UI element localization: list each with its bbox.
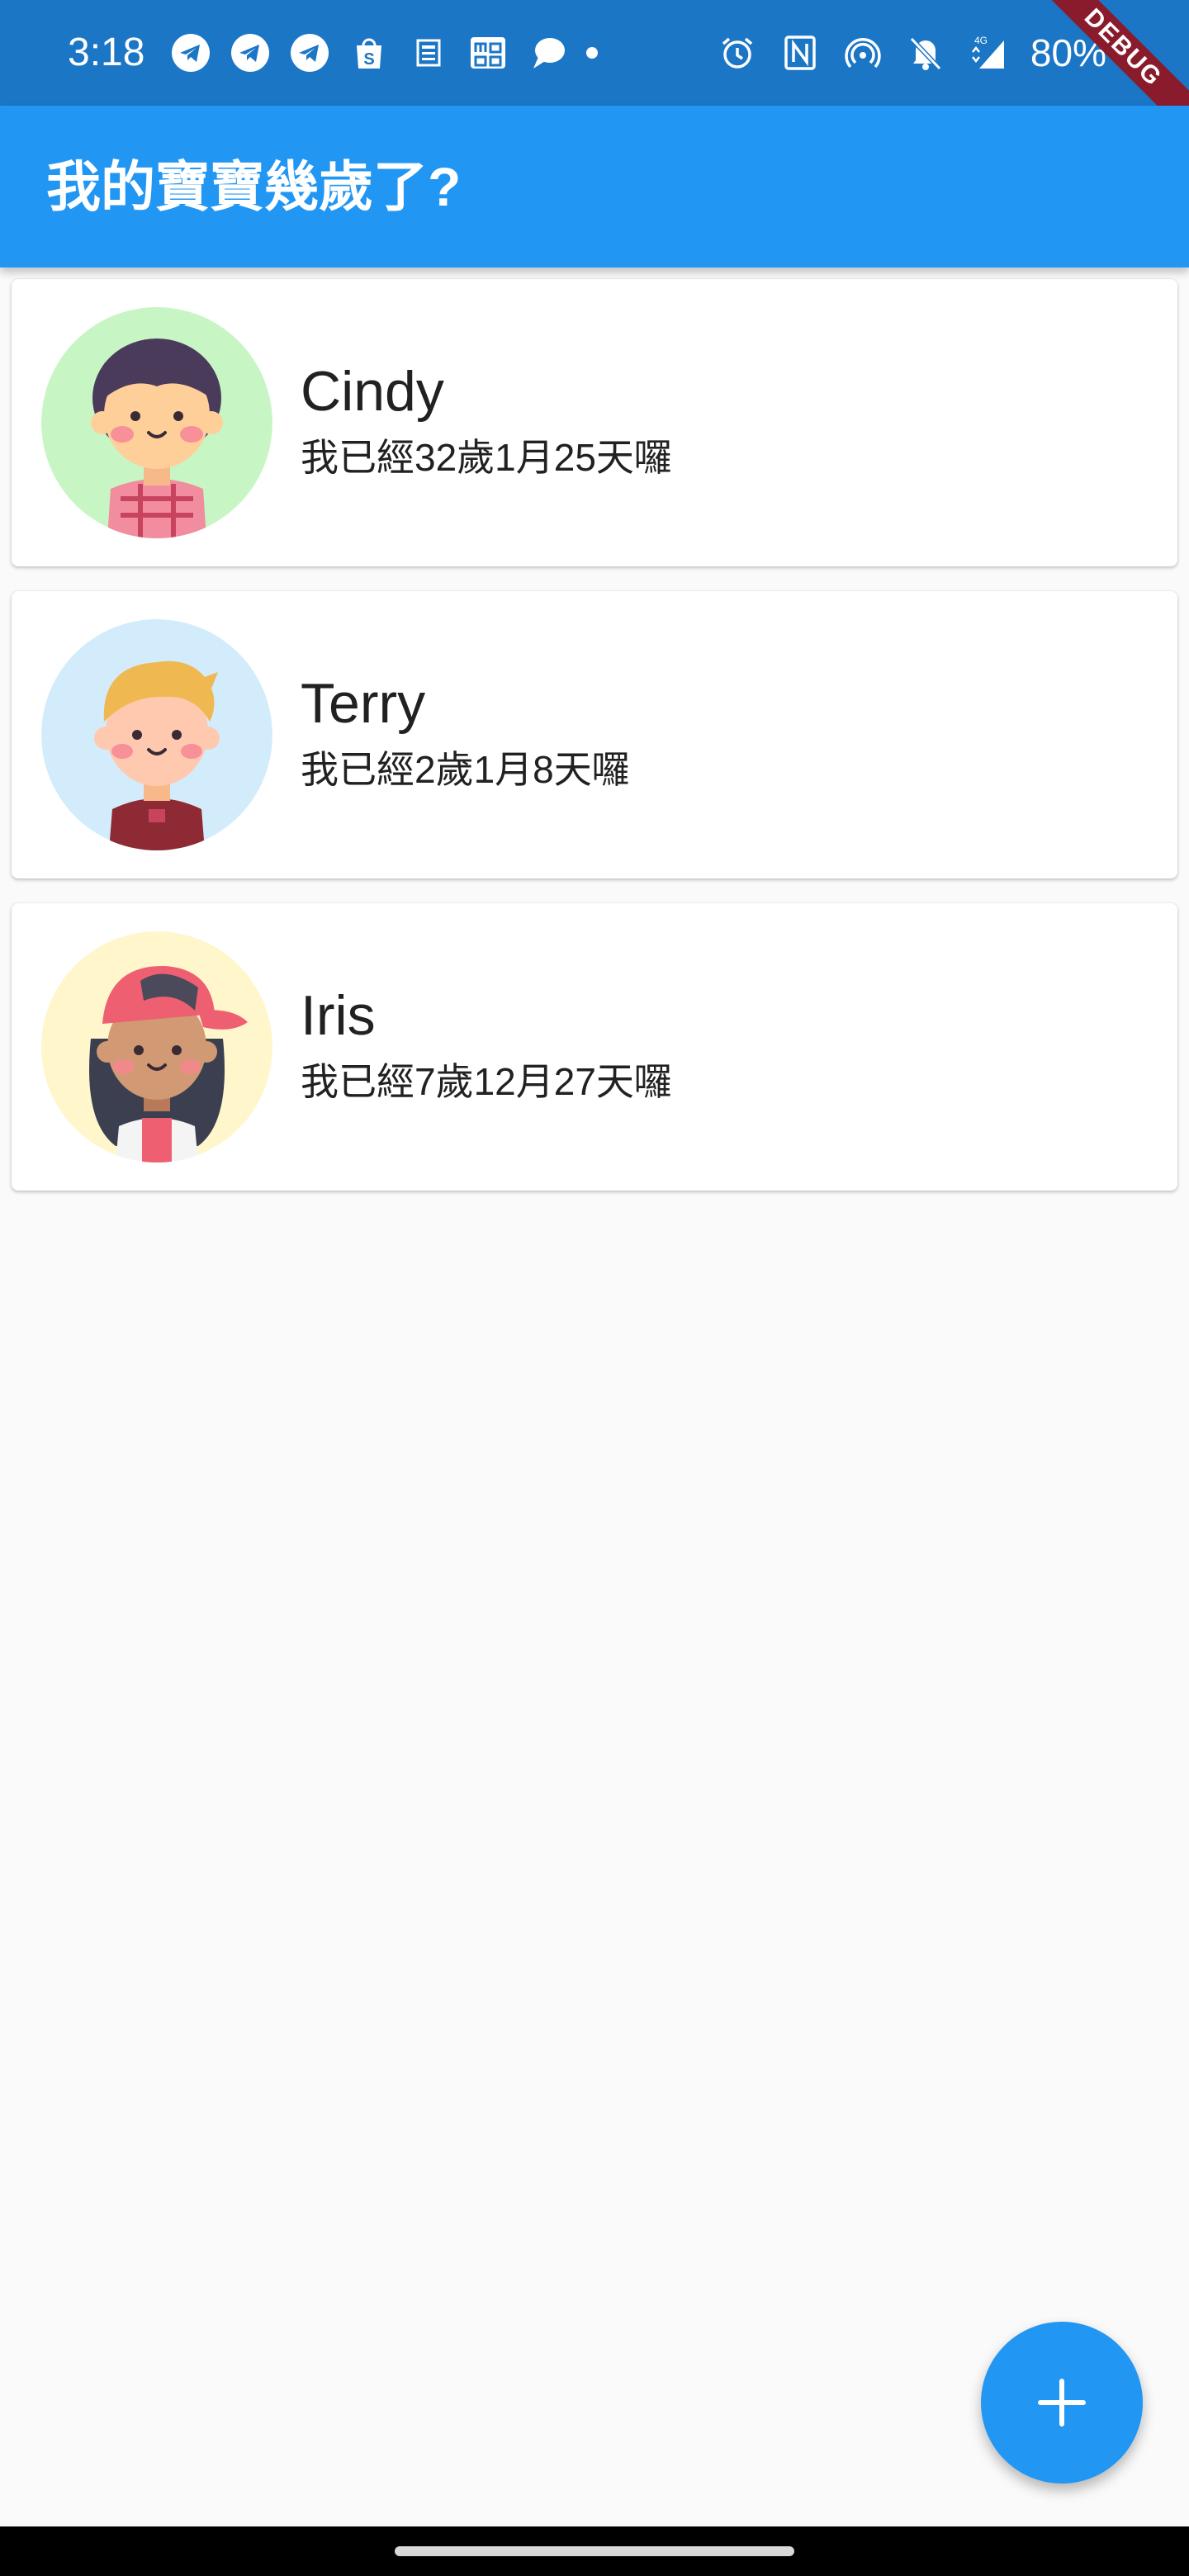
news-icon: [408, 32, 449, 73]
app-bar: 我的寶寶幾歲了?: [0, 106, 1189, 268]
telegram-icon: [230, 32, 271, 73]
add-child-button[interactable]: [981, 2322, 1143, 2484]
child-name: Cindy: [301, 360, 444, 423]
plus-icon: [1038, 2379, 1086, 2427]
gesture-handle[interactable]: [395, 2546, 794, 2556]
page-title: 我的寶寶幾歲了?: [46, 156, 462, 217]
boy-avatar-icon: [41, 619, 272, 850]
telegram-icon: [170, 32, 211, 73]
child-age: 我已經7歲12月27天囉: [301, 1060, 672, 1103]
more-notifications-dot: [586, 47, 598, 59]
children-list: Cindy 我已經32歲1月25天囉 Terry 我已經2歲1月8天囉 Iris…: [12, 279, 1177, 1215]
telegram-icon: [289, 32, 330, 73]
child-card-iris[interactable]: Iris 我已經7歲12月27天囉: [12, 903, 1177, 1191]
notification-icons: S: [170, 25, 598, 81]
mute-icon: [905, 32, 946, 73]
child-name: Terry: [301, 672, 426, 735]
navigation-bar: [0, 2526, 1189, 2576]
hotspot-icon: [842, 32, 883, 73]
momo-icon: [467, 32, 509, 73]
girl-cap-avatar-icon: [41, 931, 272, 1163]
nfc-icon: [779, 32, 821, 73]
girl-avatar-icon: [41, 307, 272, 538]
system-icons: 4G 80%: [717, 25, 1106, 81]
status-bar: 3:18 S 4G 80% DEBUG: [0, 0, 1189, 148]
child-age: 我已經2歲1月8天囉: [301, 748, 630, 791]
svg-text:4G: 4G: [974, 35, 988, 46]
child-name: Iris: [301, 984, 376, 1047]
child-card-terry[interactable]: Terry 我已經2歲1月8天囉: [12, 591, 1177, 878]
signal-4g-icon: 4G: [968, 32, 1009, 73]
chat-bubble-icon: [527, 32, 568, 73]
shopee-icon: S: [348, 32, 390, 73]
child-age: 我已經32歲1月25天囉: [301, 436, 672, 479]
child-card-cindy[interactable]: Cindy 我已經32歲1月25天囉: [12, 279, 1177, 566]
svg-text:S: S: [363, 50, 374, 69]
alarm-icon: [717, 32, 758, 73]
status-time: 3:18: [68, 31, 145, 74]
